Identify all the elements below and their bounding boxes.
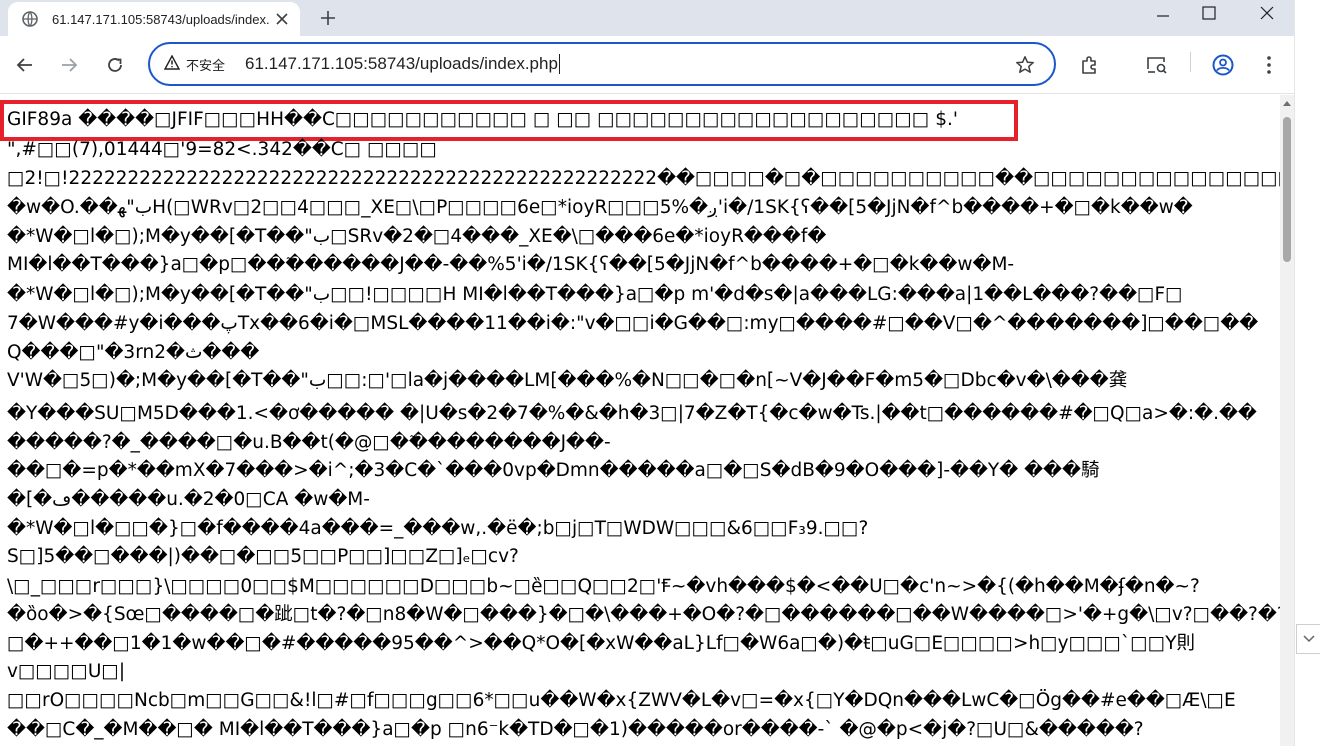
content-line: �w�O.��ب"ﻬH(□WRv□2□□4□□□_XE□\□P□□□□6e□*i… xyxy=(7,197,1193,218)
security-label: 不安全 xyxy=(186,57,226,73)
content-line: �*W�□l�□);M�y��[�T��"ب□□!□□□□H MI�l��T��… xyxy=(7,284,1183,305)
minimize-icon[interactable] xyxy=(1138,0,1188,26)
content-line: S□]5��□���|)��□�□□5□□P□□]□□Z□]ₑ□cv? xyxy=(7,546,519,567)
browser-tab[interactable]: 61.147.171.105:58743/uploads/index.php xyxy=(8,2,300,36)
more-vert-icon[interactable] xyxy=(1254,50,1284,80)
content-line: v□□□□U□| xyxy=(7,661,126,682)
content-line: �*W�□l�□□�}□�f����4a���=_���w,.�ë�;b□j□T… xyxy=(7,518,869,539)
address-bar[interactable]: 不安全 61.147.171.105:58743/uploads/index.p… xyxy=(148,42,1056,86)
star-icon[interactable] xyxy=(1014,54,1036,76)
content-line: V'W�□5□)�;M�y��[�T��"ب□□:□'□la�j����LM[�… xyxy=(7,370,1128,391)
warning-icon xyxy=(163,54,181,74)
page-content: GIF89a ����□JFIF□□□HH��C□□□□□□□□□□□ □ □□… xyxy=(0,95,1280,746)
content-line: �*W�□l�□);M�y��[�T��"ب□SRv�2�□4���_XE�\□… xyxy=(7,226,827,247)
back-arrow-icon[interactable] xyxy=(10,50,40,80)
content-line: �����?�_����□�u.B��t(�@□��ٓ�������J��- xyxy=(7,432,611,453)
chevron-down-icon[interactable] xyxy=(1296,624,1320,654)
content-line: ",#□□(7),01444□'9=82<.342��C□ □□□□ xyxy=(7,139,437,160)
security-indicator[interactable]: 不安全 xyxy=(163,50,226,78)
content-line: �Y���SU□M5D���1.<�ơ����� �|U�s�2�7�%�&�h… xyxy=(7,403,1257,424)
url-value: 61.147.171.105:58743/uploads/index.php xyxy=(245,53,558,73)
scroll-thumb[interactable] xyxy=(1283,117,1291,262)
content-line: MI�l��T���}a□�p□���ٓ�����J��-��%5'i�/1SK… xyxy=(7,254,1015,275)
content-line: ��□C�_�M��□� MI�l��T���}a□�p □n6⁻k�TD�□�… xyxy=(7,719,1144,740)
cast-search-icon[interactable] xyxy=(1142,50,1172,80)
content-line: �[�ڡ�����u.�2�0□CA �w�M- xyxy=(7,489,370,510)
profile-icon[interactable] xyxy=(1208,50,1238,80)
browser-toolbar: 不安全 61.147.171.105:58743/uploads/index.p… xyxy=(0,36,1320,94)
url-text[interactable]: 61.147.171.105:58743/uploads/index.php xyxy=(245,54,560,75)
reload-icon[interactable] xyxy=(100,50,130,80)
extensions-icon[interactable] xyxy=(1074,50,1104,80)
scroll-up-arrow-icon[interactable] xyxy=(1282,99,1292,107)
content-line: Q���□"�3rn2�ث��� xyxy=(7,342,260,363)
globe-icon xyxy=(22,11,38,27)
content-line: \□_□□□r□□□}\□□□□0□□$M□□□□□□D□□□b~□ȅ□□Q□□… xyxy=(7,576,1200,597)
content-line: �ȍo�>�{Sœ□����□�跐□t�?�□n8�W�□���}�□�\���… xyxy=(7,604,1280,625)
close-window-icon[interactable] xyxy=(1242,0,1292,26)
content-line: □2!□!22222222222222222222222222222222222… xyxy=(7,168,1280,189)
tab-title: 61.147.171.105:58743/uploads/index.php xyxy=(52,11,270,27)
tab-strip: 61.147.171.105:58743/uploads/index.php xyxy=(0,0,1320,36)
plus-icon[interactable] xyxy=(316,6,340,30)
content-line: □□rO□□□□Ncb□m□□G□□&!l□#□f□□□g□□6*□□u��W�… xyxy=(7,690,1236,711)
close-icon[interactable] xyxy=(272,9,292,29)
content-line: ��□�=p�*��mX�7���>�i^;�3�C�`���0vp�Dmn��… xyxy=(7,460,1100,481)
forward-arrow-icon[interactable] xyxy=(54,50,84,80)
maximize-icon[interactable] xyxy=(1184,0,1234,26)
vertical-scrollbar[interactable] xyxy=(1280,95,1294,746)
toolbar-separator xyxy=(1190,52,1191,72)
content-line: □�++��□1�1�w��□�#�����95��^>��Q*O�[�xW��… xyxy=(7,633,1196,654)
content-line: 7�W���#y�i���پTx��6�i�□MSL����11��i�:"v�… xyxy=(7,313,1259,334)
content-line: GIF89a ����□JFIF□□□HH��C□□□□□□□□□□□ □ □□… xyxy=(7,109,958,130)
